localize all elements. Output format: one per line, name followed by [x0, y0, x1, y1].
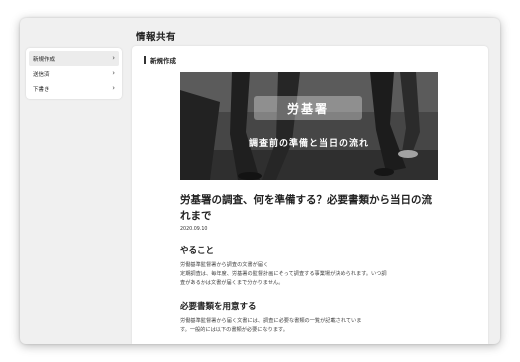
sidebar-item-drafts[interactable]: 下書き › — [29, 81, 119, 96]
article: 労基署 調査前の準備と当日の流れ 労基署の調査、何を準備する？必要書類から当日の… — [180, 72, 438, 335]
text-line: 査があるかは文書が届くまで分かりません。 — [180, 280, 284, 286]
chevron-right-icon: › — [112, 69, 115, 77]
text-line: 定期調査は、毎年度、労基署の監督計画にそって調査する事業場が決められます。いつ調 — [180, 271, 387, 277]
sidebar-item-label: 下書き — [33, 86, 50, 93]
section-body: 労働基準監督署から届く文書には、調査に必要な書類の一覧が記載されていま す。一般… — [180, 317, 438, 335]
chevron-right-icon: › — [112, 54, 115, 62]
page-title: 情報共有 — [136, 32, 177, 43]
section-body: 労働基準監督署から調査の文書が届く 定期調査は、毎年度、労基署の監督計画にそって… — [180, 261, 438, 288]
section-heading: やること — [180, 246, 215, 256]
section-accent-bar — [144, 56, 146, 64]
hero-subtitle: 調査前の準備と当日の流れ — [248, 139, 369, 149]
sidebar-item-label: 新規作成 — [33, 56, 56, 63]
section-title: 新規作成 — [150, 57, 176, 65]
hero-photo-graphic — [180, 72, 438, 180]
sidebar-item-sent[interactable]: 送信済 › — [29, 66, 119, 81]
text-line: 労働基準監督署から調査の文書が届く — [180, 262, 269, 268]
section-heading: 必要書類を用意する — [180, 302, 257, 312]
hero-image: 労基署 調査前の準備と当日の流れ — [180, 72, 438, 180]
text-line: す。一般的には以下の書類が必要になります。 — [180, 327, 288, 333]
article-title: 労基署の調査、何を準備する？必要書類から当日の流れまで — [180, 194, 432, 222]
section-header: 新規作成 — [144, 55, 176, 65]
article-date: 2020.09.10 — [180, 227, 208, 232]
hero-title-badge: 労基署 — [254, 96, 362, 120]
main-panel: 新規作成 労基署 調査前の準備と当日の流れ 労基署の調査、何を準備する？必要書類… — [132, 46, 488, 344]
sidebar-item-label: 送信済 — [33, 71, 50, 78]
app-window: 情報共有 新規作成 › 送信済 › 下書き › 新規作成 労基署 調査前の準備と… — [20, 18, 500, 344]
sidebar: 新規作成 › 送信済 › 下書き › — [26, 48, 122, 99]
sidebar-item-new[interactable]: 新規作成 › — [29, 51, 119, 66]
text-line: 労働基準監督署から届く文書には、調査に必要な書類の一覧が記載されていま — [180, 318, 362, 324]
chevron-right-icon: › — [112, 84, 115, 92]
